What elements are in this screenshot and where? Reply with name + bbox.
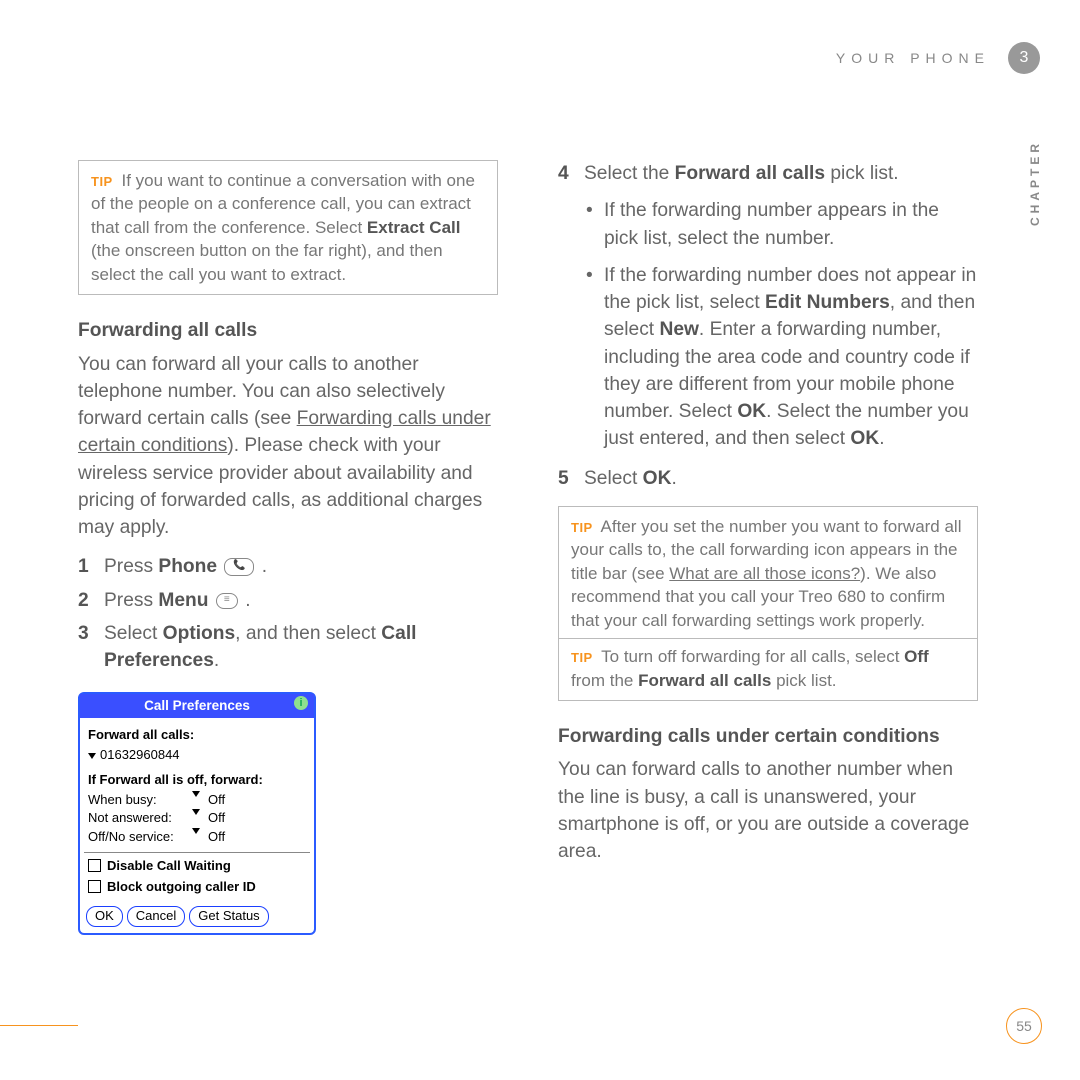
label-forward-all: Forward all calls: — [88, 726, 306, 744]
cancel-button: Cancel — [127, 906, 185, 926]
para-forward-conditions: You can forward calls to another number … — [558, 756, 978, 865]
chapter-side-label: CHAPTER — [1028, 140, 1042, 226]
label-if-off: If Forward all is off, forward: — [88, 771, 306, 789]
step4-bullets: If the forwarding number appears in the … — [586, 197, 978, 452]
para-forward-all: You can forward all your calls to anothe… — [78, 351, 498, 542]
ok-button: OK — [86, 906, 123, 926]
checkbox-block-caller-id — [88, 880, 101, 893]
tip-extract-call: TIP If you want to continue a conversati… — [78, 160, 498, 295]
page-number: 55 — [1006, 1008, 1042, 1044]
steps-1to3: 1 Press Phone . 2 Press Menu . — [78, 553, 498, 674]
tip-label: TIP — [91, 174, 113, 189]
left-column: TIP If you want to continue a conversati… — [78, 160, 498, 935]
dropdown-icon — [88, 753, 96, 759]
heading-forward-conditions: Forwarding calls under certain condition… — [558, 723, 978, 750]
tip-forward-icon: TIP After you set the number you want to… — [558, 506, 978, 701]
get-status-button: Get Status — [189, 906, 268, 926]
heading-forward-all: Forwarding all calls — [78, 317, 498, 344]
call-preferences-screenshot: Call Preferences i Forward all calls: 01… — [78, 692, 316, 934]
steps-4to5: 4 Select the Forward all calls pick list… — [558, 160, 978, 187]
link-what-are-icons[interactable]: What are all those icons? — [669, 564, 860, 583]
dialog-title: Call Preferences — [144, 698, 250, 713]
forward-all-value: 01632960844 — [100, 747, 180, 762]
tip-label: TIP — [571, 520, 593, 535]
menu-key-icon — [216, 593, 238, 609]
phone-key-icon — [224, 558, 254, 576]
footer-rule — [0, 1025, 78, 1026]
info-icon: i — [294, 696, 308, 710]
right-column: 4 Select the Forward all calls pick list… — [558, 160, 978, 935]
section-header: YOUR PHONE — [836, 50, 990, 66]
chapter-number-badge: 3 — [1008, 42, 1040, 74]
checkbox-disable-call-waiting — [88, 859, 101, 872]
tip-label: TIP — [571, 650, 593, 665]
